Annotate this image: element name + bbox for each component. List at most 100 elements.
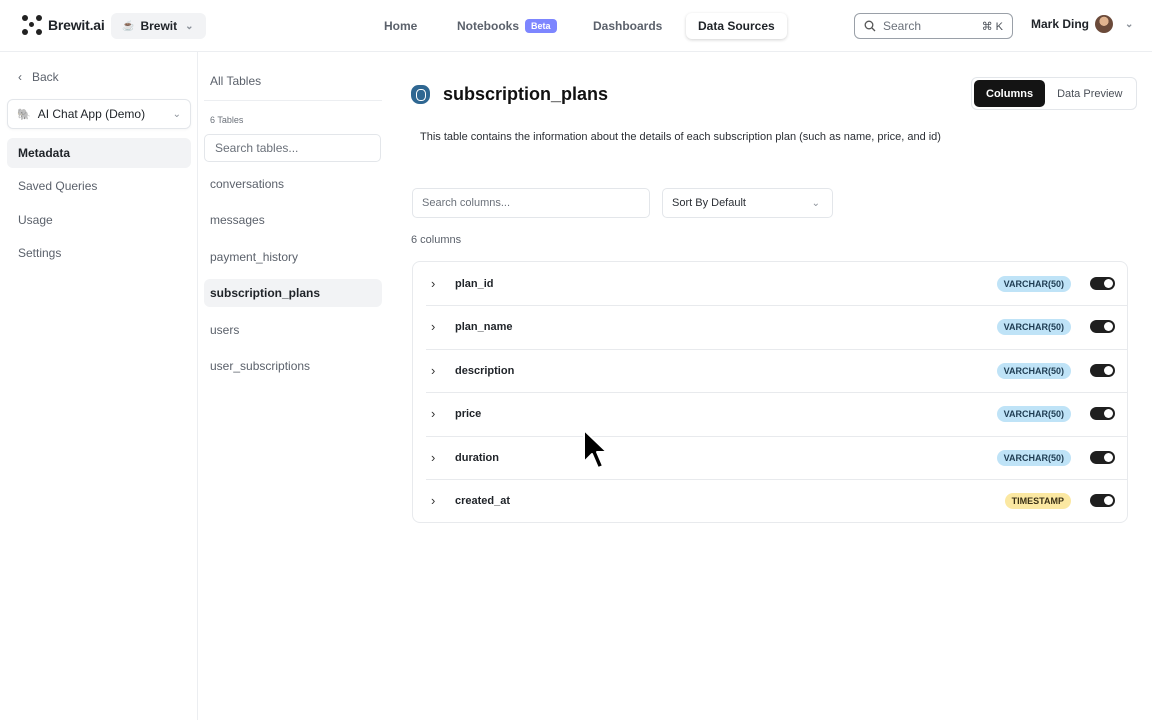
view-toggle: Columns Data Preview xyxy=(971,77,1138,110)
project-name: AI Chat App (Demo) xyxy=(37,107,146,121)
sidebar-item-label: Saved Queries xyxy=(18,179,98,193)
sidebar-item-label: Usage xyxy=(18,213,53,227)
column-row[interactable]: › plan_name VARCHAR(50) xyxy=(413,305,1127,348)
workspace-switcher[interactable]: ☕ Brewit ⌄ xyxy=(111,13,206,39)
table-item-messages[interactable]: messages xyxy=(204,206,382,234)
avatar xyxy=(1095,15,1114,33)
column-toggle[interactable] xyxy=(1090,277,1115,290)
column-toggle[interactable] xyxy=(1090,320,1115,333)
tab-columns[interactable]: Columns xyxy=(974,80,1046,107)
nav-home[interactable]: Home xyxy=(372,13,429,39)
back-button[interactable]: ‹ Back xyxy=(18,70,59,84)
chevron-right-icon[interactable]: › xyxy=(431,276,435,291)
search-icon xyxy=(864,20,876,32)
top-bar: Brewit.ai ☕ Brewit ⌄ Home Notebooks Beta… xyxy=(0,0,1152,52)
chevron-down-icon: ⌄ xyxy=(811,197,820,209)
column-name: plan_name xyxy=(455,320,513,333)
columns-list: › plan_id VARCHAR(50) › plan_name VARCHA… xyxy=(412,261,1128,523)
table-item-label: user_subscriptions xyxy=(210,359,311,373)
column-name: price xyxy=(455,407,482,420)
search-shortcut: ⌘ K xyxy=(981,20,1003,33)
columns-count: 6 columns xyxy=(411,234,462,246)
nav-data-sources-label: Data Sources xyxy=(698,19,775,33)
app-name: Brewit.ai xyxy=(48,17,105,33)
table-item-user-subscriptions[interactable]: user_subscriptions xyxy=(204,352,382,380)
column-row[interactable]: › duration VARCHAR(50) xyxy=(413,436,1127,479)
user-menu[interactable]: Mark Ding ⌄ xyxy=(1031,15,1133,33)
workspace-name: Brewit xyxy=(140,19,178,33)
sidebar-item-saved-queries[interactable]: Saved Queries xyxy=(7,171,191,201)
column-row[interactable]: › price VARCHAR(50) xyxy=(413,392,1127,435)
back-label: Back xyxy=(32,70,59,84)
postgres-icon: 🐘 xyxy=(17,108,31,121)
sidebar: ‹ Back 🐘 AI Chat App (Demo) ⌄ Metadata S… xyxy=(0,52,198,720)
table-item-label: conversations xyxy=(210,177,285,191)
column-row[interactable]: › description VARCHAR(50) xyxy=(413,349,1127,392)
nav-notebooks-label: Notebooks xyxy=(457,19,520,33)
tables-panel: All Tables 6 Tables Search tables... con… xyxy=(198,52,388,720)
column-name: duration xyxy=(455,451,499,464)
chevron-right-icon[interactable]: › xyxy=(431,493,435,508)
table-item-payment-history[interactable]: payment_history xyxy=(204,243,382,271)
tables-search-placeholder: Search tables... xyxy=(215,141,299,155)
logo[interactable]: Brewit.ai xyxy=(22,15,105,35)
user-name: Mark Ding xyxy=(1031,17,1090,31)
chevron-down-icon: ⌄ xyxy=(185,20,194,32)
nav-dashboards[interactable]: Dashboards xyxy=(581,13,674,39)
nav-data-sources[interactable]: Data Sources xyxy=(686,13,787,39)
sidebar-item-metadata[interactable]: Metadata xyxy=(7,138,191,168)
sidebar-item-label: Metadata xyxy=(18,146,71,160)
all-tables-link[interactable]: All Tables xyxy=(210,74,261,88)
tab-data-preview[interactable]: Data Preview xyxy=(1045,80,1134,107)
type-badge: VARCHAR(50) xyxy=(996,449,1071,466)
column-row[interactable]: › created_at TIMESTAMP xyxy=(413,479,1127,522)
column-toggle[interactable] xyxy=(1090,407,1115,420)
table-item-label: messages xyxy=(210,213,265,227)
page-title: subscription_plans xyxy=(443,84,609,104)
chevron-right-icon[interactable]: › xyxy=(431,406,435,421)
nav-notebooks[interactable]: Notebooks Beta xyxy=(445,13,569,39)
type-badge: VARCHAR(50) xyxy=(996,405,1071,422)
mouse-cursor-icon xyxy=(583,429,608,469)
coffee-icon: ☕ xyxy=(122,20,135,32)
nav-dashboards-label: Dashboards xyxy=(593,19,663,33)
table-description: This table contains the information abou… xyxy=(420,131,941,143)
chevron-right-icon[interactable]: › xyxy=(431,319,435,334)
table-item-label: subscription_plans xyxy=(210,286,321,300)
chevron-right-icon[interactable]: › xyxy=(431,450,435,465)
nav-home-label: Home xyxy=(384,19,418,33)
table-header: subscription_plans xyxy=(411,84,608,105)
type-badge: VARCHAR(50) xyxy=(996,275,1071,292)
chevron-down-icon: ⌄ xyxy=(172,108,181,120)
type-badge: VARCHAR(50) xyxy=(996,318,1071,335)
columns-search-input[interactable]: Search columns... xyxy=(412,188,650,218)
table-item-conversations[interactable]: conversations xyxy=(204,170,382,198)
columns-search-placeholder: Search columns... xyxy=(422,197,511,209)
type-badge: TIMESTAMP xyxy=(1004,492,1071,509)
column-toggle[interactable] xyxy=(1090,451,1115,464)
sort-dropdown[interactable]: Sort By Default ⌄ xyxy=(662,188,833,218)
sidebar-item-label: Settings xyxy=(18,246,62,260)
tables-count: 6 Tables xyxy=(210,115,244,125)
sidebar-item-usage[interactable]: Usage xyxy=(7,205,191,235)
table-item-subscription-plans[interactable]: subscription_plans xyxy=(204,279,382,307)
column-name: created_at xyxy=(455,494,511,507)
column-name: plan_id xyxy=(455,277,494,290)
sidebar-item-settings[interactable]: Settings xyxy=(7,238,191,268)
tables-search-input[interactable]: Search tables... xyxy=(204,134,381,162)
column-toggle[interactable] xyxy=(1090,494,1115,507)
project-selector[interactable]: 🐘 AI Chat App (Demo) ⌄ xyxy=(7,99,191,129)
column-toggle[interactable] xyxy=(1090,364,1115,377)
postgres-icon xyxy=(411,85,430,104)
column-row[interactable]: › plan_id VARCHAR(50) xyxy=(413,262,1127,305)
brewit-logo-icon xyxy=(22,15,42,35)
type-badge: VARCHAR(50) xyxy=(996,362,1071,379)
sort-label: Sort By Default xyxy=(672,197,746,209)
search-placeholder: Search xyxy=(883,19,922,33)
global-search[interactable]: Search ⌘ K xyxy=(854,13,1013,39)
beta-badge: Beta xyxy=(525,19,557,33)
chevron-right-icon[interactable]: › xyxy=(431,363,435,378)
chevron-down-icon: ⌄ xyxy=(1125,18,1134,30)
divider xyxy=(204,100,382,101)
table-item-users[interactable]: users xyxy=(204,316,382,344)
